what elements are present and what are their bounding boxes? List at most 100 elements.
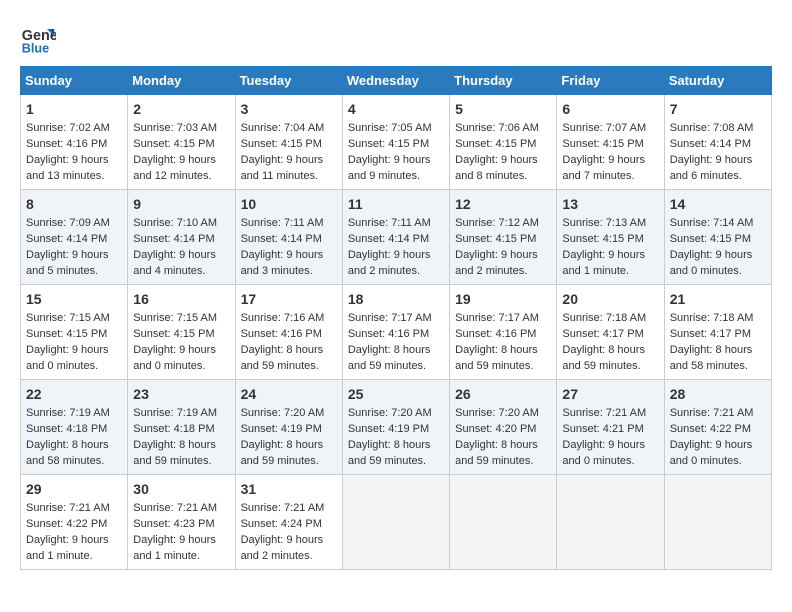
calendar-cell: 24Sunrise: 7:20 AMSunset: 4:19 PMDayligh… — [235, 380, 342, 475]
day-info: Sunset: 4:15 PM — [455, 232, 551, 248]
day-info: Sunrise: 7:12 AM — [455, 216, 551, 232]
calendar-cell — [557, 475, 664, 570]
day-info: Daylight: 9 hours and 3 minutes. — [241, 248, 337, 280]
day-number: 23 — [133, 384, 229, 404]
weekday-header-tuesday: Tuesday — [235, 67, 342, 95]
day-info: Daylight: 9 hours and 1 minute. — [562, 248, 658, 280]
calendar-cell: 1Sunrise: 7:02 AMSunset: 4:16 PMDaylight… — [21, 95, 128, 190]
day-info: Sunrise: 7:18 AM — [670, 311, 766, 327]
day-number: 4 — [348, 99, 444, 119]
day-info: Daylight: 9 hours and 11 minutes. — [241, 153, 337, 185]
day-info: Sunset: 4:22 PM — [670, 422, 766, 438]
day-number: 7 — [670, 99, 766, 119]
day-number: 2 — [133, 99, 229, 119]
day-number: 19 — [455, 289, 551, 309]
day-info: Sunset: 4:15 PM — [133, 137, 229, 153]
day-number: 28 — [670, 384, 766, 404]
calendar-cell: 4 Sunrise: 7:05 AMSunset: 4:15 PMDaylight… — [342, 95, 449, 190]
day-info: Sunset: 4:14 PM — [670, 137, 766, 153]
day-info: Daylight: 8 hours and 59 minutes. — [241, 438, 337, 470]
calendar-cell: 26Sunrise: 7:20 AMSunset: 4:20 PMDayligh… — [450, 380, 557, 475]
day-info: Sunrise: 7:18 AM — [562, 311, 658, 327]
calendar-cell: 10Sunrise: 7:11 AMSunset: 4:14 PMDayligh… — [235, 190, 342, 285]
day-info: Daylight: 9 hours and 0 minutes. — [670, 248, 766, 280]
calendar-cell — [450, 475, 557, 570]
day-number: 24 — [241, 384, 337, 404]
day-number: 6 — [562, 99, 658, 119]
day-number: 12 — [455, 194, 551, 214]
day-info: Daylight: 9 hours and 7 minutes. — [562, 153, 658, 185]
day-info: Sunrise: 7:13 AM — [562, 216, 658, 232]
day-info: Daylight: 9 hours and 4 minutes. — [133, 248, 229, 280]
calendar-cell: 15Sunrise: 7:15 AMSunset: 4:15 PMDayligh… — [21, 285, 128, 380]
day-info: Daylight: 9 hours and 0 minutes. — [26, 343, 122, 375]
day-info: Sunrise: 7:15 AM — [133, 311, 229, 327]
day-info: Sunrise: 7:11 AM — [241, 216, 337, 232]
calendar-cell: 30Sunrise: 7:21 AMSunset: 4:23 PMDayligh… — [128, 475, 235, 570]
day-info: Sunrise: 7:19 AM — [133, 406, 229, 422]
day-info: Sunset: 4:16 PM — [348, 327, 444, 343]
calendar-cell: 9Sunrise: 7:10 AMSunset: 4:14 PMDaylight… — [128, 190, 235, 285]
day-info: Sunset: 4:15 PM — [455, 137, 551, 153]
day-info: Sunrise: 7:14 AM — [670, 216, 766, 232]
day-info: Sunrise: 7:21 AM — [26, 501, 122, 517]
calendar-cell: 3Sunrise: 7:04 AMSunset: 4:15 PMDaylight… — [235, 95, 342, 190]
day-number: 27 — [562, 384, 658, 404]
calendar-cell — [342, 475, 449, 570]
day-number: 29 — [26, 479, 122, 499]
day-info: Sunrise: 7:07 AM — [562, 121, 658, 137]
day-info: Sunset: 4:23 PM — [133, 517, 229, 533]
day-info: Sunrise: 7:20 AM — [241, 406, 337, 422]
day-info: Sunset: 4:15 PM — [26, 327, 122, 343]
day-info: Sunrise: 7:21 AM — [241, 501, 337, 517]
day-number: 18 — [348, 289, 444, 309]
calendar-cell: 13Sunrise: 7:13 AMSunset: 4:15 PMDayligh… — [557, 190, 664, 285]
day-info: Daylight: 9 hours and 12 minutes. — [133, 153, 229, 185]
day-info: Daylight: 9 hours and 0 minutes. — [670, 438, 766, 470]
day-info: Daylight: 9 hours and 6 minutes. — [670, 153, 766, 185]
day-info: Sunrise: 7:05 AM — [348, 121, 444, 137]
calendar-cell: 27Sunrise: 7:21 AMSunset: 4:21 PMDayligh… — [557, 380, 664, 475]
weekday-header-friday: Friday — [557, 67, 664, 95]
day-number: 8 — [26, 194, 122, 214]
day-info: Daylight: 8 hours and 59 minutes. — [241, 343, 337, 375]
day-info: Sunset: 4:15 PM — [670, 232, 766, 248]
logo-icon: General Blue — [20, 20, 56, 56]
calendar-cell: 12Sunrise: 7:12 AMSunset: 4:15 PMDayligh… — [450, 190, 557, 285]
day-number: 3 — [241, 99, 337, 119]
day-number: 26 — [455, 384, 551, 404]
calendar-cell: 20Sunrise: 7:18 AMSunset: 4:17 PMDayligh… — [557, 285, 664, 380]
day-info: Daylight: 9 hours and 9 minutes. — [348, 153, 444, 185]
day-info: Sunrise: 7:21 AM — [670, 406, 766, 422]
day-info: Daylight: 9 hours and 2 minutes. — [241, 533, 337, 565]
day-info: Sunrise: 7:20 AM — [348, 406, 444, 422]
day-number: 21 — [670, 289, 766, 309]
day-info: Daylight: 9 hours and 0 minutes. — [133, 343, 229, 375]
day-info: Daylight: 8 hours and 59 minutes. — [133, 438, 229, 470]
day-info: Sunrise: 7:08 AM — [670, 121, 766, 137]
day-info: Sunset: 4:22 PM — [26, 517, 122, 533]
day-info: Sunrise: 7:10 AM — [133, 216, 229, 232]
calendar-cell: 5Sunrise: 7:06 AMSunset: 4:15 PMDaylight… — [450, 95, 557, 190]
day-info: Sunset: 4:16 PM — [455, 327, 551, 343]
day-info: Sunset: 4:15 PM — [562, 232, 658, 248]
calendar-cell — [664, 475, 771, 570]
day-info: Sunset: 4:15 PM — [133, 327, 229, 343]
day-info: Daylight: 9 hours and 1 minute. — [26, 533, 122, 565]
day-info: Daylight: 8 hours and 59 minutes. — [348, 438, 444, 470]
page-header: General Blue — [20, 20, 772, 56]
day-info: Sunset: 4:15 PM — [562, 137, 658, 153]
calendar-cell: 21Sunrise: 7:18 AMSunset: 4:17 PMDayligh… — [664, 285, 771, 380]
day-number: 10 — [241, 194, 337, 214]
svg-text:Blue: Blue — [22, 41, 49, 55]
day-number: 30 — [133, 479, 229, 499]
day-info: Daylight: 9 hours and 2 minutes. — [348, 248, 444, 280]
calendar-cell: 25Sunrise: 7:20 AMSunset: 4:19 PMDayligh… — [342, 380, 449, 475]
day-info: Sunset: 4:20 PM — [455, 422, 551, 438]
day-info: Daylight: 9 hours and 0 minutes. — [562, 438, 658, 470]
day-number: 31 — [241, 479, 337, 499]
day-info: Sunset: 4:15 PM — [348, 137, 444, 153]
day-number: 11 — [348, 194, 444, 214]
day-info: Sunset: 4:14 PM — [348, 232, 444, 248]
calendar-cell: 22Sunrise: 7:19 AMSunset: 4:18 PMDayligh… — [21, 380, 128, 475]
